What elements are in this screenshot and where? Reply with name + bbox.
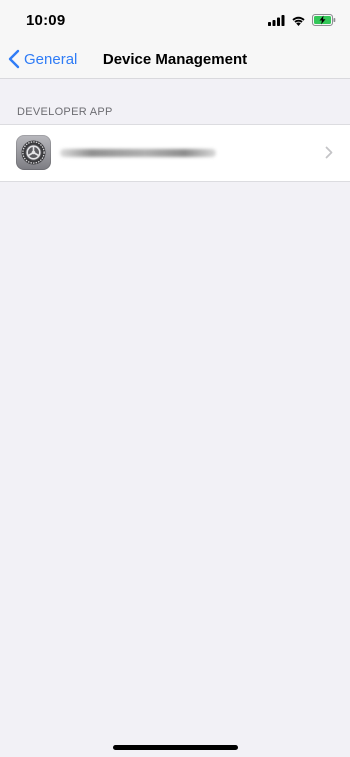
status-time: 10:09 bbox=[26, 12, 66, 29]
page-title: Device Management bbox=[102, 51, 248, 68]
settings-gear-icon bbox=[16, 135, 51, 170]
chevron-right-icon bbox=[325, 146, 333, 164]
home-indicator[interactable] bbox=[113, 745, 238, 750]
developer-app-row[interactable] bbox=[0, 124, 350, 182]
cellular-signal-icon bbox=[268, 13, 285, 31]
app-name-redacted bbox=[60, 149, 216, 157]
battery-charging-icon bbox=[312, 13, 336, 31]
section-header: DEVELOPER APP bbox=[17, 106, 113, 118]
status-bar: 10:09 bbox=[0, 0, 350, 40]
wifi-icon bbox=[291, 13, 306, 31]
status-icons bbox=[268, 13, 336, 31]
navigation-bar: General Device Management bbox=[0, 40, 350, 79]
